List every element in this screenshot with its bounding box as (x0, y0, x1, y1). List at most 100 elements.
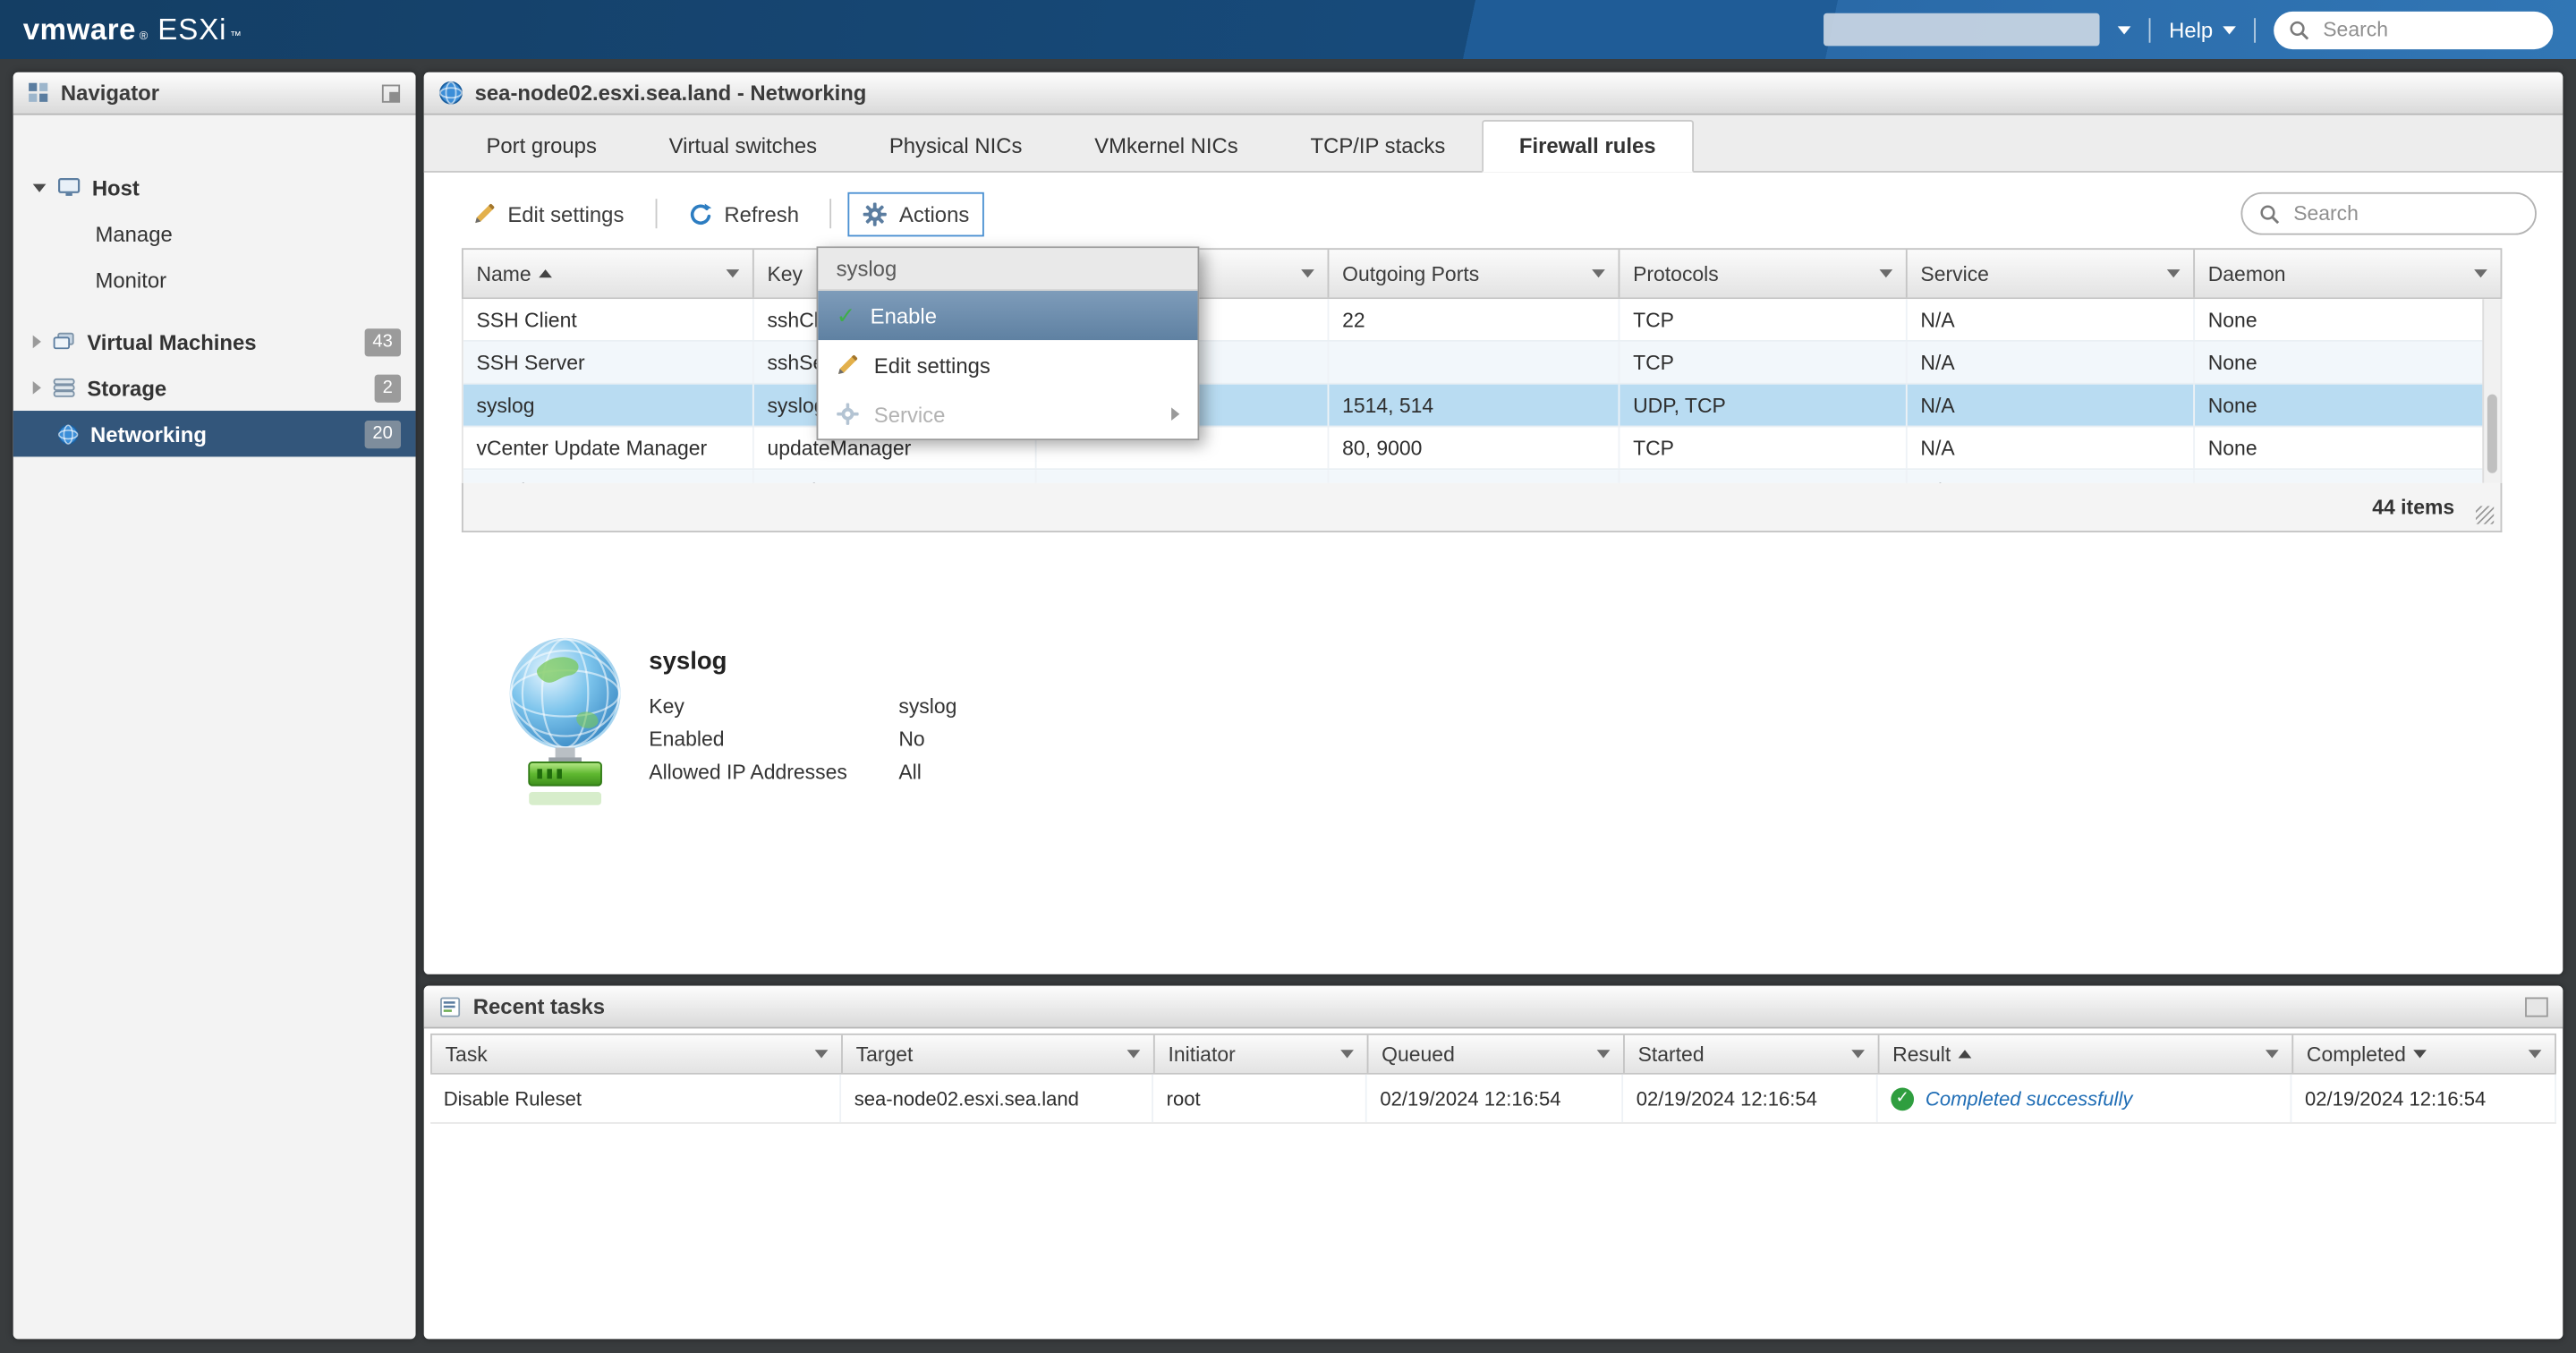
expander-right-icon[interactable] (33, 381, 41, 395)
column-header-name[interactable]: Name (463, 250, 754, 297)
column-menu-chevron-icon[interactable] (2519, 1050, 2542, 1058)
column-menu-chevron-icon[interactable] (805, 1050, 829, 1058)
refresh-icon (688, 201, 713, 226)
table-row-ssh-server[interactable]: SSH Server sshServer TCP N/A None (463, 342, 2501, 385)
column-header-completed[interactable]: Completed (2293, 1035, 2555, 1073)
column-label: Daemon (2208, 262, 2286, 285)
sidebar-item-host[interactable]: Host (13, 165, 416, 210)
column-menu-chevron-icon[interactable] (2464, 269, 2487, 277)
column-menu-chevron-icon[interactable] (1291, 269, 1314, 277)
detail-value-enabled: No (898, 728, 956, 751)
sidebar-item-manage[interactable]: Manage (13, 210, 416, 256)
column-label: Result (1892, 1042, 1951, 1066)
expander-right-icon[interactable] (33, 336, 41, 349)
trademark-mark: ™ (230, 31, 242, 43)
tasks-list-icon (438, 995, 462, 1018)
column-menu-chevron-icon[interactable] (1841, 1050, 1865, 1058)
user-menu-redacted[interactable] (1824, 13, 2100, 47)
global-search[interactable] (2274, 11, 2553, 48)
tab-strip: Port groups Virtual switches Physical NI… (424, 115, 2563, 173)
task-row-disable-ruleset[interactable]: Disable Ruleset sea-node02.esxi.sea.land… (430, 1075, 2556, 1124)
chevron-down-icon (2223, 25, 2236, 33)
cell-name: SSH Client (463, 299, 754, 340)
column-menu-chevron-icon[interactable] (1587, 1050, 1611, 1058)
cell-initiator: root (1153, 1075, 1367, 1122)
tab-port-groups[interactable]: Port groups (450, 122, 633, 171)
menu-item-service: Service (818, 389, 1197, 438)
network-globe-illustration (497, 634, 633, 812)
tab-physical-nics[interactable]: Physical NICs (853, 122, 1058, 171)
column-header-result[interactable]: Result (1879, 1035, 2293, 1073)
column-menu-chevron-icon[interactable] (1118, 1050, 1141, 1058)
column-header-service[interactable]: Service (1908, 250, 2195, 297)
menu-item-enable[interactable]: ✓ Enable (818, 291, 1197, 340)
table-search[interactable] (2240, 192, 2536, 235)
column-header-queued[interactable]: Queued (1368, 1035, 1624, 1073)
global-search-input[interactable] (2320, 16, 2538, 42)
column-menu-chevron-icon[interactable] (1869, 269, 1892, 277)
networking-globe-icon (57, 423, 79, 445)
user-chevron-down-icon[interactable] (2118, 25, 2131, 33)
table-row-ssh-client[interactable]: SSH Client sshClient 22 TCP N/A None (463, 299, 2501, 342)
column-header-started[interactable]: Started (1625, 1035, 1880, 1073)
refresh-button[interactable]: Refresh (673, 191, 813, 236)
context-menu-title: syslog (818, 248, 1197, 291)
column-header-initiator[interactable]: Initiator (1155, 1035, 1369, 1073)
tab-vmkernel-nics[interactable]: VMkernel NICs (1058, 122, 1274, 171)
column-header-daemon[interactable]: Daemon (2195, 250, 2501, 297)
cell-protocols: TCP (1620, 342, 1907, 383)
column-header-task[interactable]: Task (432, 1035, 843, 1073)
sidebar-item-monitor[interactable]: Monitor (13, 256, 416, 302)
column-menu-chevron-icon[interactable] (717, 269, 740, 277)
scrollbar-thumb[interactable] (2487, 395, 2497, 473)
sort-asc-icon (540, 269, 553, 277)
tab-tcpip-stacks[interactable]: TCP/IP stacks (1274, 122, 1482, 171)
check-icon: ✓ (837, 304, 856, 328)
navigator-title: Navigator (61, 81, 159, 106)
menu-item-label: Edit settings (874, 353, 990, 378)
column-header-protocols[interactable]: Protocols (1620, 250, 1907, 297)
menu-item-edit-settings[interactable]: Edit settings (818, 340, 1197, 389)
recent-tasks-title: Recent tasks (473, 994, 605, 1019)
cell-protocols: UDP, TCP (1620, 385, 1907, 426)
cell-protocols: TCP (1620, 427, 1907, 468)
sidebar-item-networking[interactable]: Networking 20 (13, 411, 416, 456)
result-text: Completed successfully (1926, 1087, 2132, 1110)
pin-icon[interactable] (381, 83, 401, 103)
maximize-panel-icon[interactable] (2525, 997, 2548, 1017)
tab-firewall-rules[interactable]: Firewall rules (1482, 120, 1694, 173)
topbar-divider (2254, 17, 2256, 42)
resize-grip[interactable] (2476, 506, 2494, 524)
virtual-machines-icon (53, 332, 76, 352)
table-scrollbar[interactable] (2482, 299, 2500, 483)
column-label: Completed (2307, 1042, 2406, 1066)
column-menu-chevron-icon[interactable] (1582, 269, 1605, 277)
edit-settings-button[interactable]: Edit settings (458, 191, 639, 236)
storage-count-badge: 2 (374, 374, 401, 402)
items-count: 44 items (2372, 496, 2454, 519)
column-header-target[interactable]: Target (843, 1035, 1155, 1073)
column-menu-chevron-icon[interactable] (2157, 269, 2181, 277)
workspace: Navigator Host Manage Monitor (0, 59, 2576, 1353)
cell-name: SSH Server (463, 342, 754, 383)
actions-context-menu: syslog ✓ Enable Edit settings Service (817, 246, 1200, 440)
column-label: Started (1638, 1042, 1705, 1066)
table-row-partial[interactable]: vMotion vMotion 8000 TCP N/A None (463, 470, 2501, 483)
column-menu-chevron-icon[interactable] (2256, 1050, 2279, 1058)
success-check-icon: ✓ (1891, 1087, 1914, 1110)
expander-down-icon[interactable] (33, 183, 47, 191)
help-menu[interactable]: Help (2169, 17, 2236, 42)
sidebar-item-storage[interactable]: Storage 2 (13, 365, 416, 411)
sidebar-item-label: Monitor (95, 267, 166, 292)
tab-virtual-switches[interactable]: Virtual switches (633, 122, 853, 171)
table-row-vcenter-update-manager[interactable]: vCenter Update Manager updateManager 80,… (463, 427, 2501, 470)
column-label: Key (767, 262, 803, 285)
edit-settings-label: Edit settings (507, 201, 624, 226)
actions-button[interactable]: Actions (848, 191, 984, 236)
networking-panel: sea-node02.esxi.sea.land - Networking Po… (424, 72, 2563, 974)
table-row-syslog-selected[interactable]: syslog syslog 1514, 514 UDP, TCP N/A Non… (463, 385, 2501, 428)
column-menu-chevron-icon[interactable] (1331, 1050, 1354, 1058)
table-search-input[interactable] (2291, 200, 2519, 226)
sidebar-item-virtual-machines[interactable]: Virtual Machines 43 (13, 319, 416, 364)
column-header-outgoing-ports[interactable]: Outgoing Ports (1329, 250, 1620, 297)
